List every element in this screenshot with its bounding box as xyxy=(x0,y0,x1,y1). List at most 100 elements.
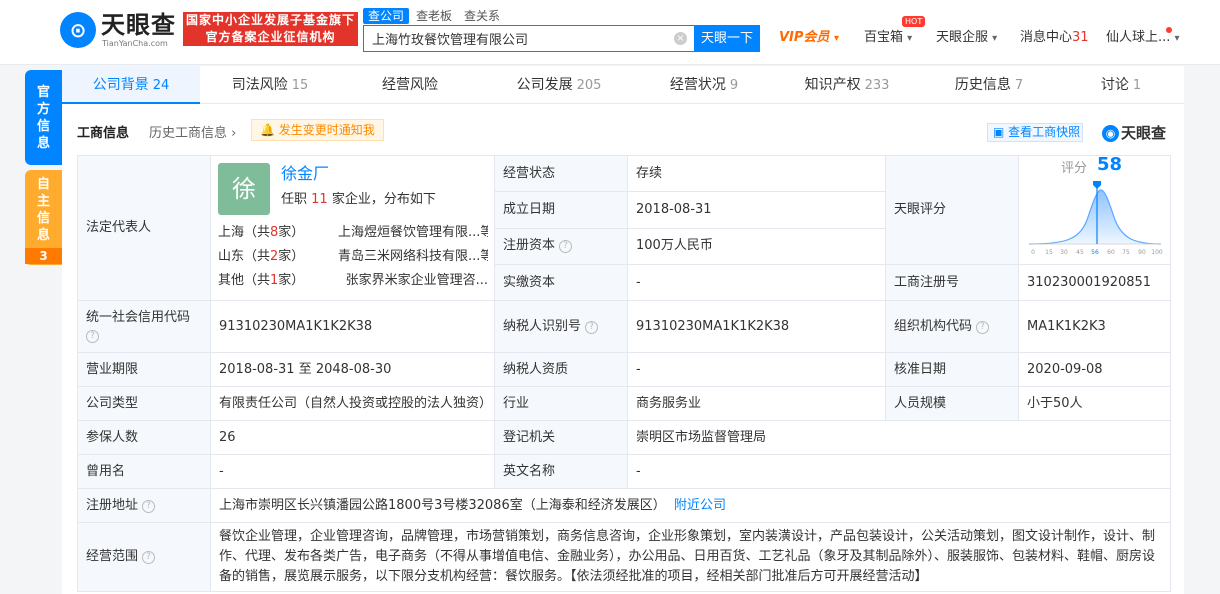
tab-count: 15 xyxy=(291,78,309,93)
rep-count: 11 xyxy=(311,192,328,207)
score-word: 评分 xyxy=(1061,161,1088,176)
notification-dot xyxy=(1166,27,1172,33)
chevron-right-icon: › xyxy=(231,126,237,141)
avatar[interactable]: 徐 xyxy=(218,163,270,215)
region-company-link[interactable]: 上海煜烜餐饮管理有限...等 xyxy=(338,224,488,242)
tab-count: 24 xyxy=(152,78,170,93)
tab-operating-risk[interactable]: 经营风险 xyxy=(340,66,484,104)
paid-capital-label-cell: 实缴资本 xyxy=(494,264,628,301)
help-icon[interactable]: ? xyxy=(142,551,156,564)
tab-label: 知识产权 xyxy=(804,77,861,93)
help-icon[interactable]: ? xyxy=(585,320,599,334)
brand-watermark: ◉ 天眼查 xyxy=(1102,122,1166,143)
search-tab-relation[interactable]: 查关系 xyxy=(459,8,505,24)
authority-cell: 崇明区市场监督管理局 xyxy=(627,420,1171,455)
chevron-down-icon: ▾ xyxy=(1174,33,1180,44)
tick-label: 30 xyxy=(1060,249,1068,256)
term-label-cell: 营业期限 xyxy=(77,352,211,387)
side-tab-official-info[interactable]: 官方信息 xyxy=(25,70,62,165)
org-code-cell: MA1K1K2K3 xyxy=(1018,300,1171,353)
camera-icon: ▣ xyxy=(993,125,1005,139)
chevron-down-icon: ▾ xyxy=(833,33,839,44)
nearby-companies-link[interactable]: 附近公司 xyxy=(674,498,726,513)
regno-label-cell: 工商注册号 xyxy=(885,264,1019,301)
region-post: 家） xyxy=(278,249,305,264)
search-tab-boss[interactable]: 查老板 xyxy=(411,8,457,24)
scope-value: 餐饮企业管理，企业管理咨询，品牌管理，市场营销策划，商务信息咨询，企业形象策划，… xyxy=(219,529,1156,584)
score-cell[interactable]: 评分 58 0 15 30 45 56 60 75 90 100 xyxy=(1018,155,1171,265)
tab-count: 7 xyxy=(1014,78,1024,93)
address-label-cell: 注册地址? xyxy=(77,488,211,523)
paid-capital-label: 实缴资本 xyxy=(503,274,556,290)
clear-search-icon[interactable]: × xyxy=(674,32,687,45)
region-company-link[interactable]: 青岛三米网络科技有限...等 xyxy=(338,248,488,266)
former-name-value: - xyxy=(219,463,224,479)
help-icon[interactable]: ? xyxy=(976,320,990,334)
tab-history-info[interactable]: 历史信息 7 xyxy=(920,66,1058,104)
view-snapshot-button[interactable]: ▣ 查看工商快照 xyxy=(987,123,1083,142)
tab-judicial-risk[interactable]: 司法风险 15 xyxy=(200,66,340,104)
notify-change-button[interactable]: 🔔 发生变更时通知我 xyxy=(251,119,384,141)
tab-intellectual-property[interactable]: 知识产权 233 xyxy=(774,66,920,104)
side-tab-self-info[interactable]: 自主信息 3 xyxy=(25,170,62,265)
capital-label-cell: 注册资本? xyxy=(494,227,628,266)
english-name-label: 英文名称 xyxy=(503,463,556,479)
help-icon[interactable]: ? xyxy=(86,329,99,343)
score-value: 58 xyxy=(1097,154,1123,175)
region-label: 其他（共1家） xyxy=(218,272,304,290)
search-tab-company[interactable]: 查公司 xyxy=(363,8,410,24)
history-business-info-link[interactable]: 历史工商信息 › xyxy=(149,122,236,141)
brand-eye-icon: ◉ xyxy=(1102,125,1119,142)
section-tabs: 公司背景 24 司法风险 15 经营风险 公司发展 205 经营状况 9 知识产权 233… xyxy=(62,66,1184,104)
approve-date-label: 核准日期 xyxy=(894,361,947,377)
notify-label: 发生变更时通知我 xyxy=(278,123,375,137)
legal-rep-name[interactable]: 徐金厂 xyxy=(281,165,329,183)
company-type-label: 公司类型 xyxy=(86,395,139,411)
treasure-box-menu[interactable]: 百宝箱 ▾ xyxy=(864,29,912,48)
term-value: 2018-08-31 至 2048-08-30 xyxy=(219,361,392,377)
address-value: 上海市崇明区长兴镇潘园公路1800号3号楼32086室（上海泰和经济发展区） xyxy=(219,497,666,513)
enterprise-service-menu[interactable]: 天眼企服 ▾ xyxy=(936,29,997,48)
term-cell: 2018-08-31 至 2048-08-30 xyxy=(210,352,495,387)
tax-qual-label-cell: 纳税人资质 xyxy=(494,352,628,387)
tab-discussion[interactable]: 讨论 1 xyxy=(1058,66,1184,104)
insured-cell: 26 xyxy=(210,420,495,455)
tab-company-background[interactable]: 公司背景 24 xyxy=(62,66,200,104)
search-button[interactable]: 天眼一下 xyxy=(694,25,760,52)
insured-label-cell: 参保人数 xyxy=(77,420,211,455)
english-name-label-cell: 英文名称 xyxy=(494,454,628,489)
tab-operating-status[interactable]: 经营状况 9 xyxy=(634,66,774,104)
rep-post: 家企业，分布如下 xyxy=(331,192,436,207)
message-center-link[interactable]: 消息中心31 xyxy=(1020,29,1089,47)
section-title: 工商信息 xyxy=(77,126,130,141)
capital-value: 100万人民币 xyxy=(636,238,713,254)
search-input[interactable] xyxy=(364,26,664,51)
region-company-link[interactable]: 张家界米家企业管理咨... xyxy=(338,272,488,290)
region-label: 上海（共8家） xyxy=(218,224,304,242)
tab-label: 司法风险 xyxy=(231,77,288,93)
region-post: 家） xyxy=(278,225,305,240)
staff-size-label: 人员规模 xyxy=(894,395,947,411)
vip-member-link[interactable]: VIP会员 ▾ xyxy=(779,29,839,48)
tick-label: 56 xyxy=(1091,249,1099,256)
chevron-down-icon: ▾ xyxy=(992,33,998,44)
taxid-label-cell: 纳税人识别号? xyxy=(494,300,628,353)
paid-capital-cell: - xyxy=(627,264,886,301)
insured-value: 26 xyxy=(219,429,236,445)
logo-eye-icon: ⊙ xyxy=(60,12,96,48)
tianyancha-logo[interactable]: ⊙ 天眼查 TianYanCha.com xyxy=(60,10,178,50)
industry-label-cell: 行业 xyxy=(494,386,628,421)
org-code-label: 组织机构代码 xyxy=(894,318,973,334)
tick-label: 100 xyxy=(1151,249,1163,256)
vip-label: VIP会员 xyxy=(779,30,830,45)
help-icon[interactable]: ? xyxy=(559,240,573,254)
hot-badge: HOT xyxy=(902,16,926,27)
region-label: 山东（共2家） xyxy=(218,248,304,266)
region-pre: 其他（共 xyxy=(218,273,271,288)
message-center-label: 消息中心 xyxy=(1020,30,1073,45)
tab-company-development[interactable]: 公司发展 205 xyxy=(484,66,634,104)
tab-label: 经营状况 xyxy=(669,77,726,93)
score-block: 评分 58 0 15 30 45 56 60 75 90 100 xyxy=(1019,156,1170,264)
message-count: 31 xyxy=(1072,30,1089,45)
help-icon[interactable]: ? xyxy=(142,499,156,513)
